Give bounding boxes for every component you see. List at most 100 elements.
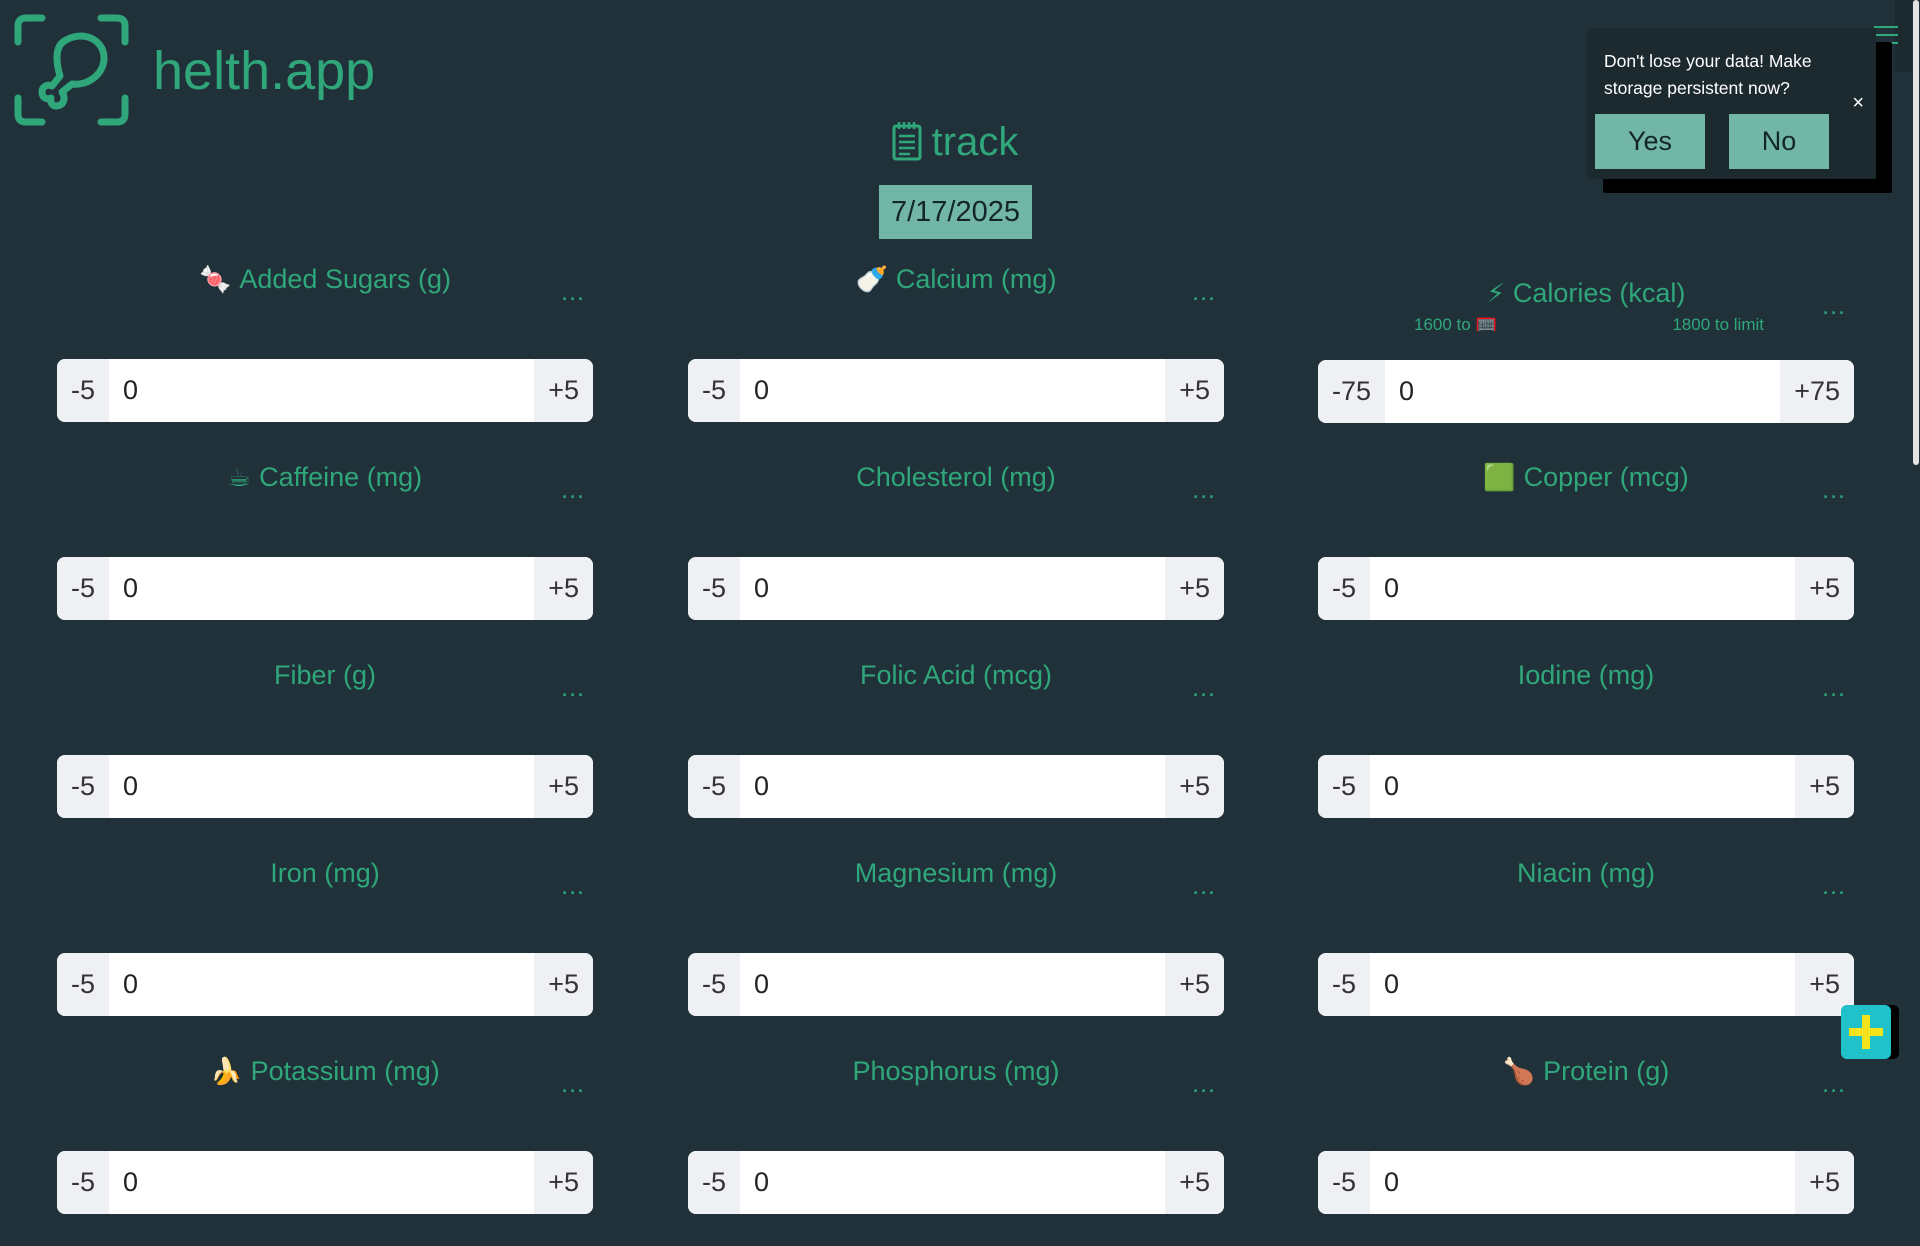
nutrient-value-input[interactable]: 0 — [1370, 1151, 1795, 1214]
nutrient-value-input[interactable]: 0 — [740, 1151, 1165, 1214]
more-options-button[interactable]: ... — [1192, 476, 1216, 505]
more-options-button[interactable]: ... — [1822, 1070, 1846, 1099]
increment-button[interactable]: +5 — [1795, 1151, 1854, 1214]
nutrient-label: Phosphorus (mg) — [852, 1056, 1060, 1086]
nutrient-card: ⚡ Calories (kcal)... 1600 to 🥅 1800 to limi… — [1318, 278, 1854, 468]
goal-min-label: 1600 to 🥅 — [1414, 315, 1497, 334]
more-options-button[interactable]: ... — [1192, 872, 1216, 901]
nutrient-stepper: -5 0 +5 — [57, 953, 593, 1016]
nutrient-stepper: -5 0 +5 — [1318, 953, 1854, 1016]
increment-button[interactable]: +5 — [534, 557, 593, 620]
nutrient-value-input[interactable]: 0 — [740, 557, 1165, 620]
nutrient-value-input[interactable]: 0 — [740, 953, 1165, 1016]
more-options-button[interactable]: ... — [1822, 674, 1846, 703]
limit-max-label: 1800 to limit — [1672, 315, 1764, 334]
more-options-button[interactable]: ... — [561, 674, 585, 703]
nutrient-stepper: -5 0 +5 — [1318, 557, 1854, 620]
add-button[interactable] — [1841, 1005, 1891, 1059]
decrement-button[interactable]: -5 — [57, 755, 110, 818]
nutrient-card: Fiber (g)... -5 0 +5 — [57, 660, 593, 850]
increment-button[interactable]: +5 — [1795, 557, 1854, 620]
yes-button[interactable]: Yes — [1595, 114, 1705, 169]
decrement-button[interactable]: -5 — [688, 953, 741, 1016]
close-icon[interactable]: × — [1852, 92, 1864, 115]
decrement-button[interactable]: -5 — [688, 359, 741, 422]
nutrient-card: Phosphorus (mg)... -5 0 +5 — [688, 1056, 1224, 1246]
more-options-button[interactable]: ... — [561, 1070, 585, 1099]
more-options-button[interactable]: ... — [1822, 476, 1846, 505]
increment-button[interactable]: +5 — [1795, 755, 1854, 818]
more-options-button[interactable]: ... — [1822, 872, 1846, 901]
nutrient-value-input[interactable]: 0 — [1370, 755, 1795, 818]
no-button[interactable]: No — [1729, 114, 1829, 169]
date-picker-button[interactable]: 7/17/2025 — [879, 185, 1032, 239]
nutrient-title: 🍬 Added Sugars (g) — [57, 264, 593, 295]
nutrient-title: Phosphorus (mg) — [688, 1056, 1224, 1087]
more-options-button[interactable]: ... — [1192, 278, 1216, 307]
increment-button[interactable]: +5 — [1165, 1151, 1224, 1214]
decrement-button[interactable]: -5 — [1318, 557, 1371, 620]
increment-button[interactable]: +5 — [1165, 755, 1224, 818]
milk-bottle-icon: 🍼 — [855, 264, 888, 294]
menu-icon[interactable] — [1874, 26, 1898, 46]
nutrient-label: Calories (kcal) — [1512, 278, 1686, 308]
nutrient-stepper: -5 0 +5 — [57, 755, 593, 818]
nutrient-value-input[interactable]: 0 — [109, 359, 534, 422]
increment-button[interactable]: +5 — [534, 953, 593, 1016]
nutrient-title: Cholesterol (mg) — [688, 462, 1224, 493]
nutrient-value-input[interactable]: 0 — [740, 755, 1165, 818]
nutrient-stepper: -5 0 +5 — [688, 557, 1224, 620]
increment-button[interactable]: +5 — [534, 1151, 593, 1214]
decrement-button[interactable]: -5 — [1318, 1151, 1371, 1214]
increment-button[interactable]: +5 — [534, 359, 593, 422]
increment-button[interactable]: +75 — [1780, 360, 1854, 423]
nutrient-card: Niacin (mg)... -5 0 +5 — [1318, 858, 1854, 1048]
nutrient-title: ☕ Caffeine (mg) — [57, 462, 593, 493]
nutrient-card: Cholesterol (mg)... -5 0 +5 — [688, 462, 1224, 652]
nutrient-value-input[interactable]: 0 — [740, 359, 1165, 422]
scrollbar[interactable] — [1912, 0, 1920, 1080]
nutrient-label: Folic Acid (mcg) — [859, 660, 1053, 690]
decrement-button[interactable]: -5 — [1318, 755, 1371, 818]
decrement-button[interactable]: -5 — [1318, 953, 1371, 1016]
more-options-button[interactable]: ... — [561, 278, 585, 307]
nutrient-label: Potassium (mg) — [250, 1056, 440, 1086]
app-title: helth.app — [153, 41, 376, 101]
plus-icon — [1849, 1015, 1883, 1049]
increment-button[interactable]: +5 — [1165, 953, 1224, 1016]
nutrient-value-input[interactable]: 0 — [1370, 557, 1795, 620]
decrement-button[interactable]: -5 — [57, 953, 110, 1016]
increment-button[interactable]: +5 — [1165, 557, 1224, 620]
decrement-button[interactable]: -5 — [688, 557, 741, 620]
more-options-button[interactable]: ... — [1822, 292, 1846, 321]
nutrient-value-input[interactable]: 0 — [1370, 953, 1795, 1016]
scrollbar-thumb[interactable] — [1913, 0, 1919, 465]
decrement-button[interactable]: -5 — [688, 755, 741, 818]
nutrient-value-input[interactable]: 0 — [109, 1151, 534, 1214]
decrement-button[interactable]: -75 — [1318, 360, 1386, 423]
nutrient-title: 🍼 Calcium (mg) — [688, 264, 1224, 295]
nutrient-label: Cholesterol (mg) — [856, 462, 1056, 492]
decrement-button[interactable]: -5 — [57, 359, 110, 422]
nutrient-value-input[interactable]: 0 — [109, 557, 534, 620]
nutrient-value-input[interactable]: 0 — [109, 755, 534, 818]
decrement-button[interactable]: -5 — [57, 557, 110, 620]
decrement-button[interactable]: -5 — [688, 1151, 741, 1214]
increment-button[interactable]: +5 — [534, 755, 593, 818]
nutrient-label: Protein (g) — [1543, 1056, 1670, 1086]
more-options-button[interactable]: ... — [561, 476, 585, 505]
nutrient-label: Fiber (g) — [273, 660, 376, 690]
nutrient-stepper: -75 0 +75 — [1318, 360, 1854, 423]
nutrient-title: Iodine (mg) — [1318, 660, 1854, 691]
increment-button[interactable]: +5 — [1165, 359, 1224, 422]
nutrient-stepper: -5 0 +5 — [57, 359, 593, 422]
nutrient-value-input[interactable]: 0 — [1385, 360, 1780, 423]
nutrient-card: ☕ Caffeine (mg)... -5 0 +5 — [57, 462, 593, 652]
more-options-button[interactable]: ... — [1192, 674, 1216, 703]
nutrient-card: 🍗 Protein (g)... -5 0 +5 — [1318, 1056, 1854, 1246]
decrement-button[interactable]: -5 — [57, 1151, 110, 1214]
more-options-button[interactable]: ... — [1192, 1070, 1216, 1099]
more-options-button[interactable]: ... — [561, 872, 585, 901]
nutrient-value-input[interactable]: 0 — [109, 953, 534, 1016]
poultry-leg-icon: 🍗 — [1502, 1056, 1536, 1086]
